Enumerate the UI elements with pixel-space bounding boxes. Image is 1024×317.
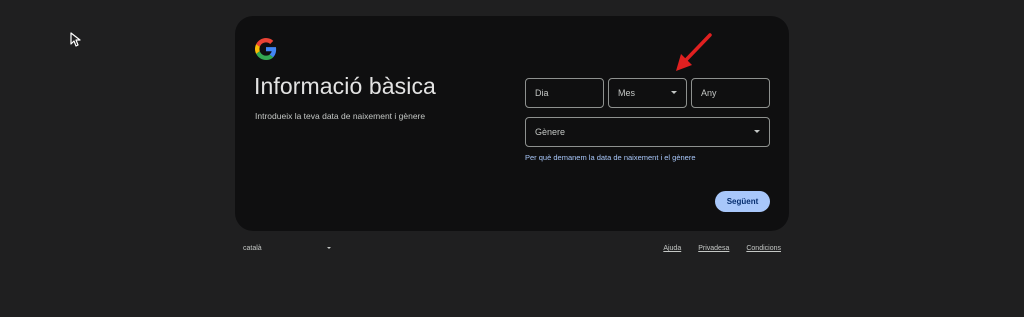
google-logo-icon [255, 38, 277, 60]
day-input[interactable]: Dia [525, 78, 604, 108]
gender-select[interactable]: Gènere [525, 117, 770, 147]
chevron-down-icon [754, 130, 760, 133]
terms-link[interactable]: Condicions [746, 245, 781, 252]
language-selector[interactable]: català [243, 245, 262, 252]
chevron-down-icon [327, 247, 331, 249]
why-birthdate-gender-link[interactable]: Per què demanem la data de naixement i e… [525, 153, 696, 162]
help-link[interactable]: Ajuda [663, 245, 681, 252]
month-placeholder: Mes [618, 88, 636, 98]
page: Informació bàsica Introdueix la teva dat… [0, 0, 1024, 317]
page-title: Informació bàsica [254, 73, 436, 99]
red-arrow-annotation-icon [676, 33, 712, 71]
privacy-link[interactable]: Privadesa [698, 245, 729, 252]
page-subtitle: Introdueix la teva data de naixement i g… [255, 111, 426, 121]
chevron-down-icon [671, 91, 677, 94]
cursor-icon [70, 32, 81, 47]
year-placeholder: Any [701, 88, 717, 98]
gender-placeholder: Gènere [535, 127, 566, 137]
next-button[interactable]: Següent [715, 191, 770, 212]
footer-links: Ajuda Privadesa Condicions [663, 245, 781, 252]
day-placeholder: Dia [535, 88, 549, 98]
year-input[interactable]: Any [691, 78, 770, 108]
month-select[interactable]: Mes [608, 78, 687, 108]
